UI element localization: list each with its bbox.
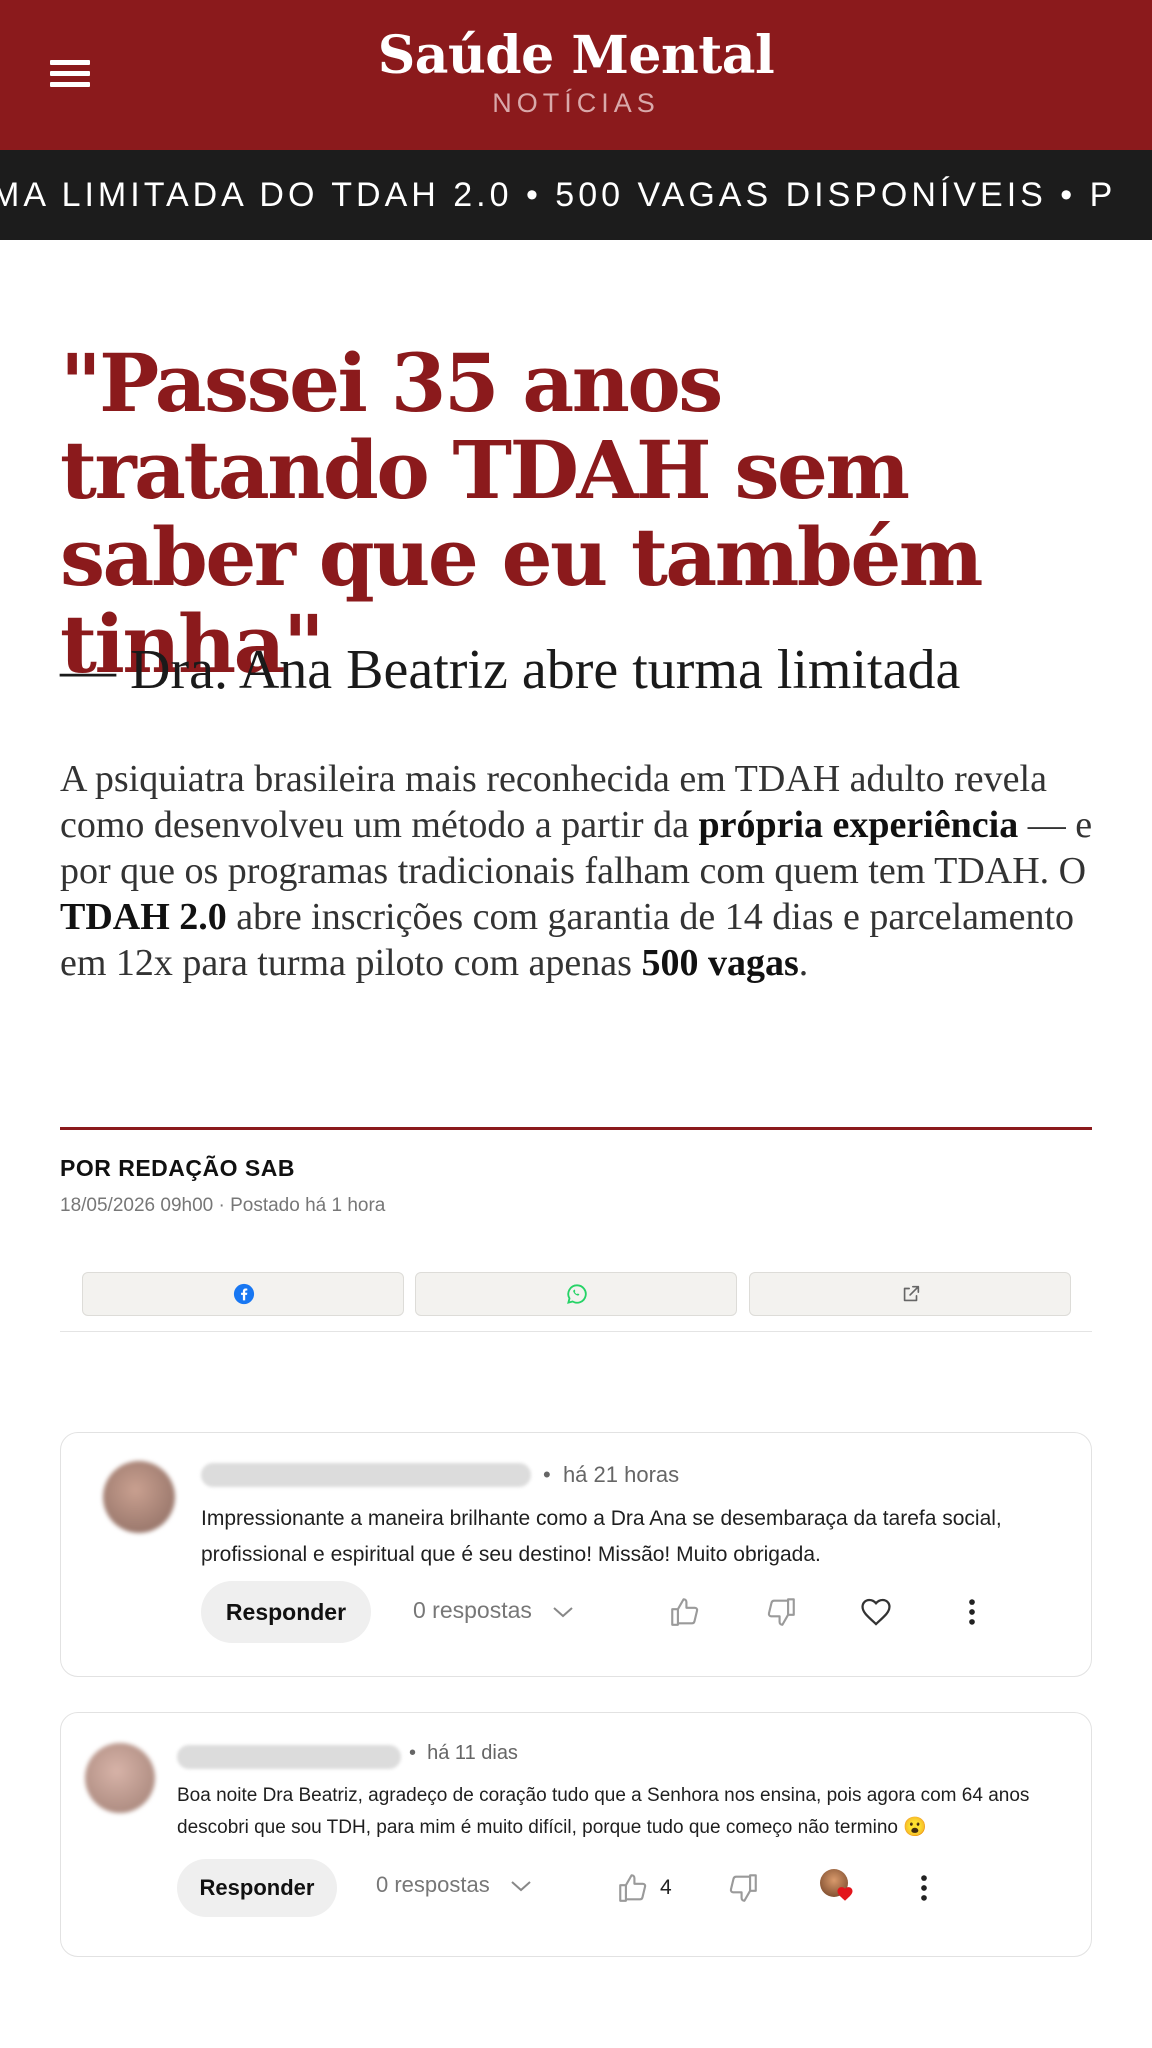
site-brand[interactable]: Saúde Mental: [0, 24, 1152, 88]
heart-icon: [837, 1887, 853, 1901]
comment-time: • há 11 dias: [409, 1742, 518, 1764]
news-ticker: MA LIMITADA DO TDAH 2.0 • 500 VAGAS DISP…: [0, 150, 1152, 240]
share-facebook-button[interactable]: [82, 1272, 404, 1316]
heart-icon[interactable]: [859, 1595, 893, 1629]
dateline: 18/05/2026 09h00 · Postado há 1 hora: [60, 1195, 386, 1216]
more-options-icon[interactable]: [955, 1595, 989, 1629]
whatsapp-icon: [567, 1284, 587, 1304]
avatar: [103, 1461, 175, 1533]
more-options-icon[interactable]: [907, 1871, 941, 1905]
comment-card: • há 21 horas Impressionante a maneira b…: [60, 1432, 1092, 1677]
reply-button[interactable]: Responder: [201, 1581, 371, 1643]
article-lead: A psiquiatra brasileira mais reconhecida…: [60, 756, 1100, 986]
commenter-name-blurred: [201, 1463, 531, 1487]
replies-toggle[interactable]: 0 respostas: [413, 1597, 574, 1624]
thumbs-up-icon[interactable]: [616, 1871, 650, 1905]
lead-bold: própria experiência: [698, 804, 1019, 846]
comment-time: • há 21 horas: [543, 1462, 680, 1487]
chevron-down-icon: [511, 1881, 531, 1892]
comment-time-text: há 21 horas: [562, 1462, 680, 1487]
comment-card: • há 11 dias Boa noite Dra Beatriz, agra…: [60, 1712, 1092, 1957]
replies-toggle[interactable]: 0 respostas: [376, 1872, 532, 1898]
reply-button[interactable]: Responder: [177, 1859, 337, 1917]
commenter-name-blurred: [177, 1745, 401, 1769]
byline: POR REDAÇÃO SAB: [60, 1155, 295, 1181]
comment-text: Impressionante a maneira brilhante como …: [201, 1507, 1002, 1566]
comment-time-text: há 11 dias: [427, 1742, 518, 1764]
facebook-icon: [233, 1283, 255, 1305]
share-divider: [60, 1331, 1092, 1332]
share-whatsapp-button[interactable]: [415, 1272, 737, 1316]
article-subtitle: — Dra. Ana Beatriz abre turma limitada: [60, 639, 961, 701]
ticker-text: MA LIMITADA DO TDAH 2.0 • 500 VAGAS DISP…: [0, 176, 1117, 214]
replies-count: 0 respostas: [376, 1872, 490, 1897]
lead-bold: 500 vagas: [641, 942, 799, 984]
avatar: [85, 1743, 155, 1813]
chevron-down-icon: [553, 1607, 573, 1618]
like-count: 4: [660, 1876, 672, 1899]
lead-bold: TDAH 2.0: [60, 896, 227, 938]
thumbs-down-icon[interactable]: [764, 1595, 798, 1629]
replies-count: 0 respostas: [413, 1597, 532, 1623]
site-header: Saúde Mental NOTÍCIAS: [0, 0, 1152, 150]
article-headline: "Passei 35 anos tratando TDAH sem saber …: [60, 336, 983, 691]
share-link-button[interactable]: [749, 1272, 1071, 1316]
lead-text: .: [798, 942, 809, 984]
thumbs-up-icon[interactable]: [668, 1595, 702, 1629]
external-link-icon: [903, 1285, 920, 1302]
comment-text: Boa noite Dra Beatriz, agradeço de coraç…: [177, 1785, 1030, 1838]
site-section-label: NOTÍCIAS: [492, 88, 660, 118]
article-divider: [60, 1127, 1092, 1130]
thumbs-down-icon[interactable]: [726, 1871, 760, 1905]
creator-heart-icon[interactable]: [818, 1867, 858, 1907]
